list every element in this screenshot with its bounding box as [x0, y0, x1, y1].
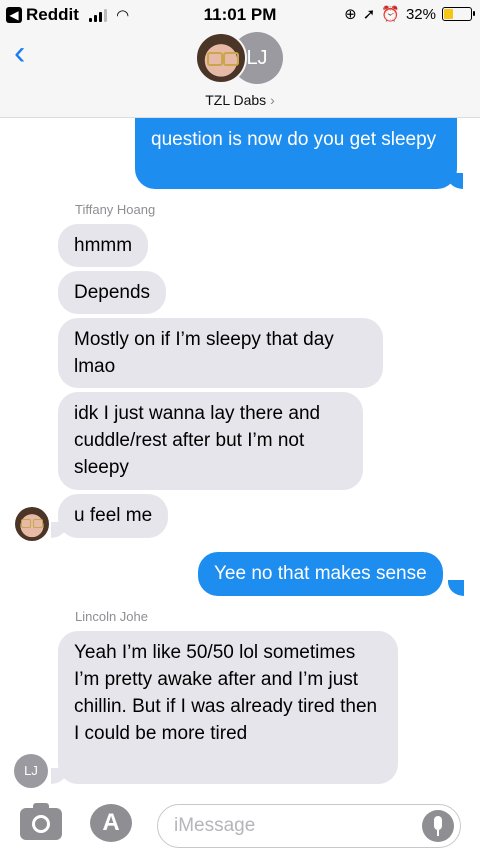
sender-avatar[interactable] — [15, 507, 49, 541]
camera-icon[interactable] — [20, 803, 62, 840]
status-bar: ◀ Reddit ◠ 11:01 PM ⊕ ➚ ⏰ 32% — [0, 0, 480, 30]
alarm-icon: ⏰ — [381, 6, 400, 23]
battery-icon — [442, 7, 475, 21]
incoming-message[interactable]: idk I just wanna lay there and cuddle/re… — [58, 392, 363, 490]
group-avatars[interactable]: LJ — [195, 30, 285, 86]
message-text: idk I just wanna lay there and cuddle/re… — [74, 403, 321, 478]
avatar — [195, 32, 247, 84]
incoming-message[interactable]: Depends — [58, 271, 167, 314]
message-text: question is now do you get sleepy — [151, 129, 437, 150]
message-text: Yee no that makes sense — [214, 563, 427, 584]
message-text: Depends — [74, 282, 151, 303]
bubble-tail — [51, 522, 67, 538]
message-input[interactable]: iMessage — [157, 804, 461, 848]
battery-percent: 32% — [405, 5, 436, 23]
chevron-right-icon: › — [270, 92, 275, 108]
status-icons: ⊕ ➚ ⏰ 32% — [344, 5, 475, 23]
bubble-tail — [448, 580, 464, 596]
app-store-icon[interactable]: A — [90, 804, 132, 842]
message-text: u feel me — [74, 505, 153, 526]
microphone-icon[interactable] — [422, 810, 454, 842]
sender-name: Lincoln Johe — [75, 609, 148, 624]
incoming-message[interactable]: hmmm — [58, 224, 149, 267]
group-name-button[interactable]: TZL Dabs › — [0, 92, 480, 108]
incoming-message[interactable]: Yeah I’m like 50/50 lol sometimes I’m pr… — [58, 631, 398, 784]
bubble-tail — [447, 173, 463, 189]
composer-bar: A iMessage — [0, 790, 480, 854]
incoming-message[interactable]: Mostly on if I’m sleepy that day lmao — [58, 318, 383, 388]
bubble-tail — [51, 768, 67, 784]
orientation-lock-icon: ⊕ — [344, 6, 357, 23]
sender-name: Tiffany Hoang — [75, 202, 156, 217]
message-text: Yeah I’m like 50/50 lol sometimes I’m pr… — [74, 642, 378, 744]
message-input-placeholder: iMessage — [174, 815, 256, 836]
group-name: TZL Dabs — [205, 92, 267, 108]
incoming-message[interactable]: u feel me — [58, 494, 169, 538]
message-text: Mostly on if I’m sleepy that day lmao — [74, 329, 334, 377]
sender-avatar[interactable]: LJ — [14, 754, 48, 788]
message-text: hmmm — [74, 235, 133, 256]
location-icon: ➚ — [362, 6, 376, 23]
back-chevron-icon[interactable]: ‹ — [14, 36, 36, 70]
outgoing-message[interactable]: Yee no that makes sense — [198, 552, 443, 596]
